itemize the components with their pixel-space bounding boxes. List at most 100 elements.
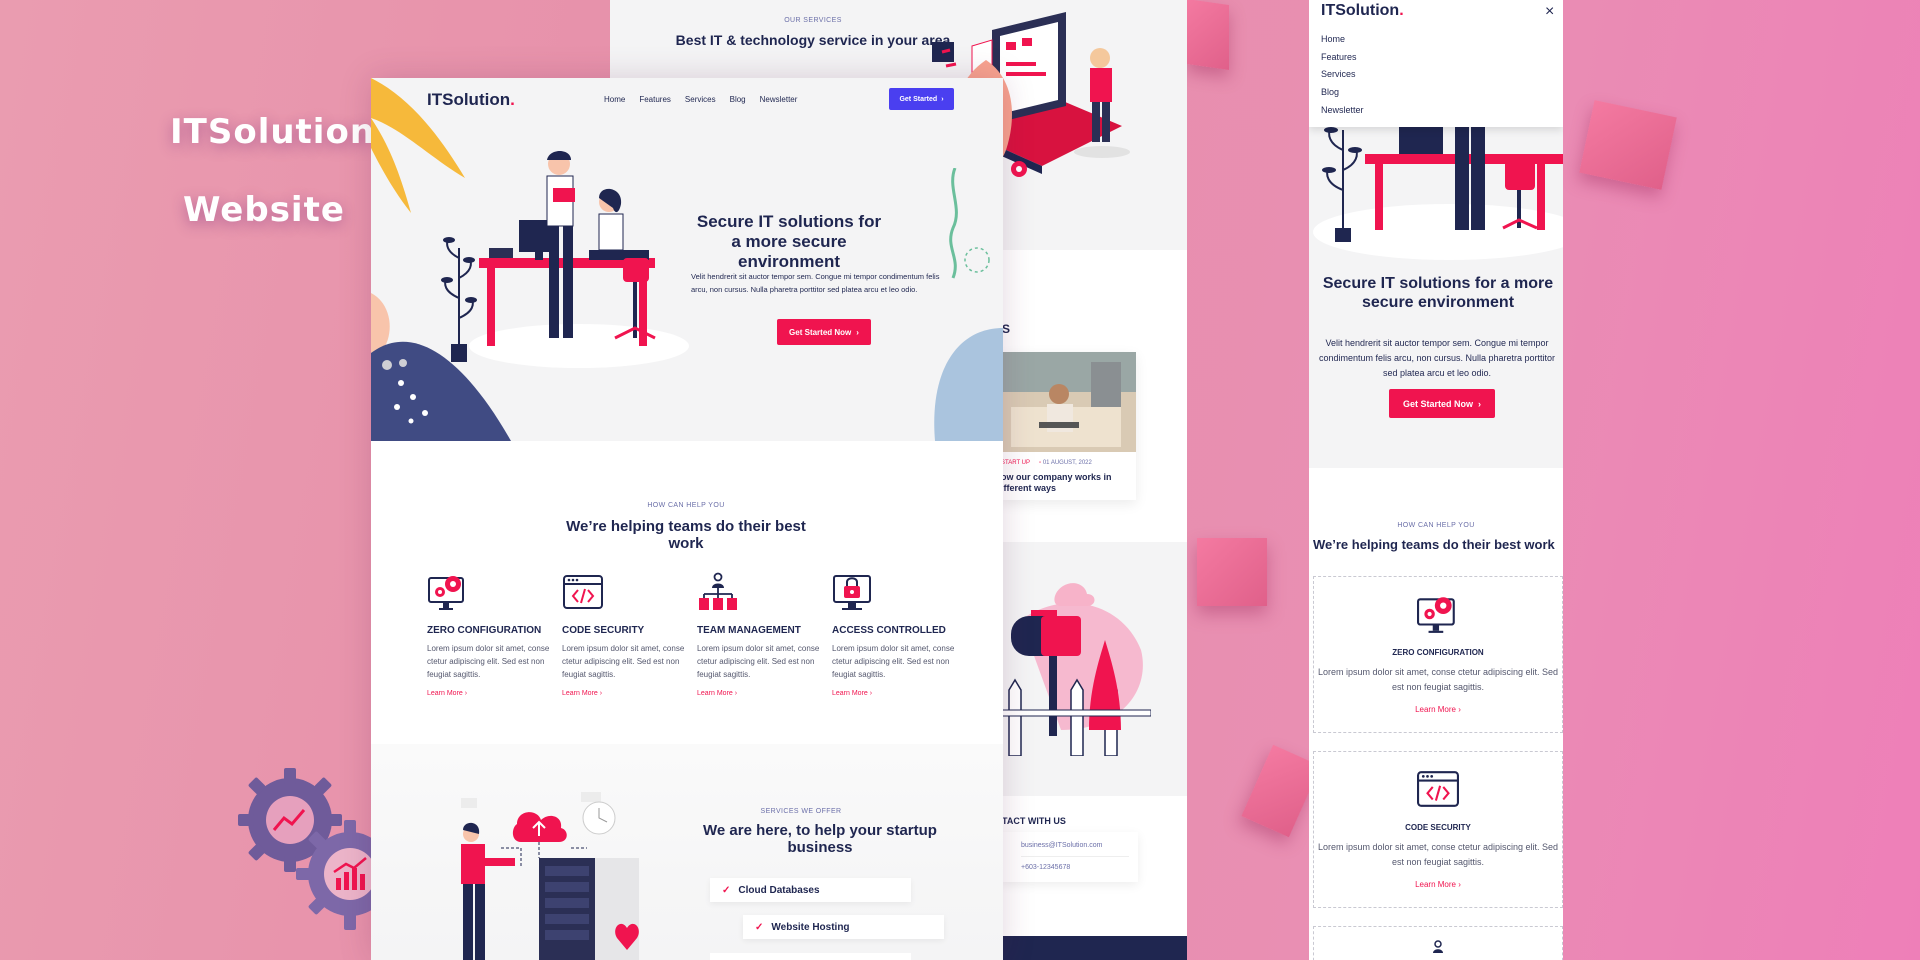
nav-home[interactable]: Home: [604, 95, 625, 104]
blog-photo: [1001, 352, 1136, 452]
chevron-right-icon: ›: [941, 95, 944, 103]
blog-section-title-fragment: S: [1002, 322, 1011, 336]
mobile-menu-open: ITSolution. × Home Features Services Blo…: [1309, 0, 1563, 127]
contact-email[interactable]: business@ITSolution.com: [1021, 842, 1102, 849]
chevron-right-icon: ›: [599, 690, 603, 697]
card-title: CODE SECURITY: [1405, 823, 1471, 832]
hero-office-illustration: [441, 151, 689, 368]
blog-card[interactable]: START UP ▫ 01 AUGUST, 2022 ow our compan…: [1001, 352, 1136, 500]
learn-more-label: Learn More: [832, 690, 868, 697]
nav-newsletter[interactable]: Newsletter: [760, 95, 798, 104]
chevron-right-icon: ›: [856, 327, 859, 337]
feature-code-security: CODE SECURITY Lorem ipsum dolor sit amet…: [562, 572, 687, 697]
contact-card: business@ITSolution.com +603-12345678: [1001, 832, 1138, 882]
mobile-features-eyebrow: HOW CAN HELP YOU: [1397, 522, 1475, 529]
feature-text: Lorem ipsum dolor sit amet, conse ctetur…: [562, 644, 685, 679]
feature-access-controlled: ACCESS CONTROLLED Lorem ipsum dolor sit …: [832, 572, 957, 697]
monitor-lock-icon: [833, 575, 871, 610]
nav-blog[interactable]: Blog: [730, 95, 746, 104]
blog-date: ▫ 01 AUGUST, 2022: [1039, 460, 1092, 466]
mobile-hero-illustration: [1313, 120, 1563, 260]
hierarchy-icon: [1433, 940, 1443, 953]
blog-date-text: 01 AUGUST, 2022: [1042, 460, 1092, 466]
mailbox-illustration: [1001, 583, 1151, 756]
get-started-label: Get Started: [899, 95, 938, 103]
right-decor-shapes: [934, 168, 1003, 441]
monitor-gear-icon: [1417, 597, 1455, 633]
chevron-right-icon: ›: [1458, 705, 1461, 714]
hero-text: Velit hendrerit sit auctor tempor sem. C…: [691, 272, 940, 294]
nav-services[interactable]: Services: [685, 95, 716, 104]
learn-more-link[interactable]: Learn More ›: [427, 690, 552, 697]
feature-title: TEAM MANAGEMENT: [697, 625, 801, 636]
mobile-brand-logo[interactable]: ITSolution.: [1321, 2, 1404, 20]
learn-more-label: Learn More: [427, 690, 463, 697]
service-item-website-hosting[interactable]: ✓ Website Hosting: [743, 915, 944, 939]
feature-title: ZERO CONFIGURATION: [427, 625, 542, 636]
services-offer-eyebrow: SERVICES WE OFFER: [760, 808, 842, 815]
mobile-menu-features[interactable]: Features: [1321, 52, 1364, 70]
nav-features[interactable]: Features: [639, 95, 671, 104]
service-item-label: Website Hosting: [771, 921, 850, 933]
promo-title-line2: Website: [183, 190, 345, 230]
mobile-feature-card-partial: [1313, 926, 1563, 960]
learn-more-link[interactable]: Learn More ›: [832, 690, 957, 697]
contact-phone[interactable]: +603-12345678: [1021, 864, 1070, 871]
mobile-get-started-now-button[interactable]: Get Started Now ›: [1389, 389, 1495, 418]
decor-cube: [1579, 100, 1677, 190]
services-offer-title: We are here, to help your startup busine…: [703, 822, 937, 856]
get-started-now-label: Get Started Now: [789, 327, 852, 337]
hero-title: Secure IT solutions for a more secure en…: [696, 212, 882, 271]
card-text: Lorem ipsum dolor sit amet, conse ctetur…: [1317, 842, 1559, 867]
mobile-features-title: We’re helping teams do their best work: [1313, 537, 1555, 552]
mobile-feature-card: ZERO CONFIGURATION Lorem ipsum dolor sit…: [1313, 576, 1563, 733]
chevron-right-icon: ›: [1458, 880, 1461, 889]
card-title: ZERO CONFIGURATION: [1392, 648, 1484, 657]
contact-title: TACT WITH US: [1002, 816, 1066, 826]
learn-more-link[interactable]: Learn More ›: [1314, 880, 1562, 889]
feature-team-management: TEAM MANAGEMENT Lorem ipsum dolor sit am…: [697, 572, 822, 697]
decor-cube: [1187, 0, 1229, 70]
service-item-partial: [710, 953, 911, 960]
feature-title: CODE SECURITY: [562, 625, 645, 636]
mobile-homepage-preview: ITSolution. × Home Features Services Blo…: [1309, 0, 1563, 960]
learn-more-link[interactable]: Learn More ›: [697, 690, 822, 697]
learn-more-label: Learn More: [1415, 705, 1456, 714]
chevron-right-icon: ›: [869, 690, 873, 697]
main-nav: Home Features Services Blog Newsletter: [604, 95, 811, 104]
hierarchy-icon: [699, 572, 737, 610]
learn-more-link[interactable]: Learn More ›: [1314, 705, 1562, 714]
chevron-right-icon: ›: [734, 690, 738, 697]
monitor-gear-icon: [428, 576, 464, 610]
mobile-menu-blog[interactable]: Blog: [1321, 87, 1364, 105]
promo-title-line1: ITSolution: [170, 112, 376, 152]
chevron-right-icon: ›: [1478, 398, 1481, 409]
features-title: We’re helping teams do their best work: [566, 518, 806, 552]
feature-text: Lorem ipsum dolor sit amet, conse ctetur…: [832, 644, 955, 679]
service-item-label: Cloud Databases: [738, 884, 820, 896]
blog-category: START UP: [1001, 460, 1031, 466]
divider: [1021, 856, 1129, 857]
blog-title[interactable]: ow our company works in ifferent ways: [1001, 472, 1126, 494]
close-icon[interactable]: ×: [1545, 3, 1554, 21]
get-started-button[interactable]: Get Started ›: [889, 88, 954, 110]
get-started-now-button[interactable]: Get Started Now ›: [777, 319, 871, 345]
learn-more-label: Learn More: [1415, 880, 1456, 889]
feature-text: Lorem ipsum dolor sit amet, conse ctetur…: [427, 644, 550, 679]
brand-logo[interactable]: ITSolution.: [427, 90, 515, 110]
mobile-menu-list: Home Features Services Blog Newsletter: [1321, 34, 1364, 122]
learn-more-link[interactable]: Learn More ›: [562, 690, 687, 697]
learn-more-label: Learn More: [697, 690, 733, 697]
mobile-menu-services[interactable]: Services: [1321, 69, 1364, 87]
service-item-cloud-databases[interactable]: ✓ Cloud Databases: [710, 878, 911, 902]
mobile-menu-home[interactable]: Home: [1321, 34, 1364, 52]
red-gear-icon: [1011, 161, 1027, 177]
services-title: Best IT & technology service in your are…: [675, 32, 951, 48]
feature-zero-configuration: ZERO CONFIGURATION Lorem ipsum dolor sit…: [427, 572, 552, 697]
feature-title: ACCESS CONTROLLED: [832, 625, 946, 636]
brand-dot: .: [510, 90, 515, 109]
mobile-menu-newsletter[interactable]: Newsletter: [1321, 105, 1364, 123]
brand-name: ITSolution: [1321, 2, 1400, 19]
check-icon: ✓: [755, 921, 764, 933]
get-started-now-label: Get Started Now: [1402, 398, 1473, 409]
